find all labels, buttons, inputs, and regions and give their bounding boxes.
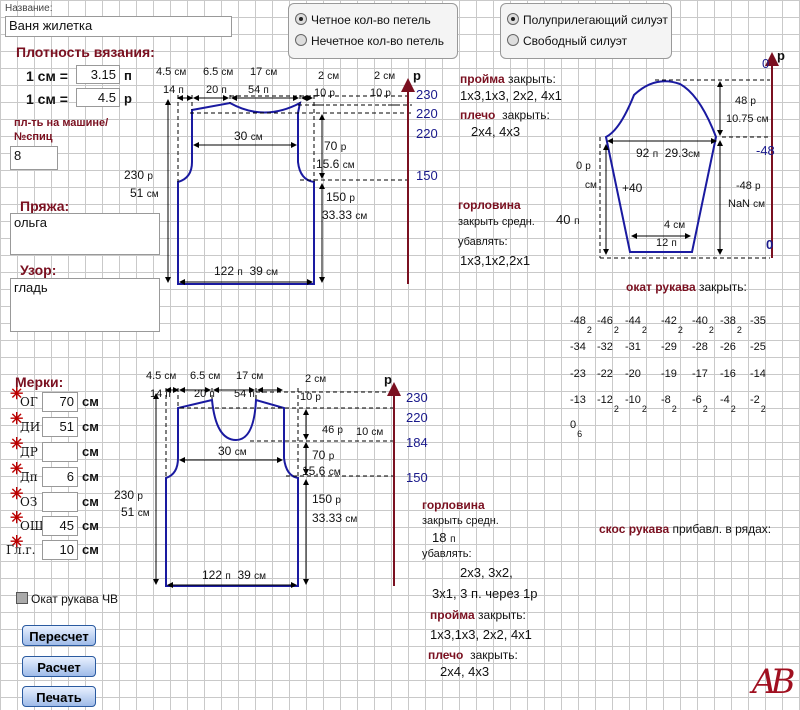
front-neck-cm: 10 см bbox=[356, 426, 384, 438]
front-row-230: 230 bbox=[406, 390, 428, 405]
front-arm-h: 70 р bbox=[312, 448, 335, 462]
front-p3: 54 п bbox=[234, 388, 255, 400]
front-arm-cm: 15.6 см bbox=[302, 464, 341, 478]
front-armhole: пройма закрыть: bbox=[430, 608, 526, 622]
front-outline bbox=[165, 398, 299, 587]
front-sh: 2 см bbox=[305, 373, 327, 385]
front-bottom: 122 п 39 см bbox=[202, 568, 267, 582]
front-row-150: 150 bbox=[406, 470, 428, 485]
front-neck-close: закрыть средн. bbox=[422, 515, 499, 527]
front-w3: 17 см bbox=[236, 370, 264, 382]
front-shp: 10 р bbox=[300, 391, 321, 403]
front-low-cm: 33.33 см bbox=[312, 511, 358, 525]
front-neck-h: 46 р bbox=[322, 424, 343, 436]
front-w1: 4.5 см bbox=[146, 370, 177, 382]
front-neck-dec: убавлять: bbox=[422, 548, 472, 560]
front-pattern-diagram bbox=[153, 382, 401, 588]
front-row-184: 184 bbox=[406, 435, 428, 450]
front-total-cm: 51 см bbox=[121, 505, 150, 519]
front-shoulder: плечо закрыть: bbox=[428, 648, 518, 662]
front-neck-seq2: 3х1, 3 п. через 1р bbox=[432, 586, 538, 601]
ab-logo: AB bbox=[752, 662, 795, 702]
front-neck-value: 18 п bbox=[432, 530, 456, 545]
front-total-h: 230 р bbox=[114, 488, 143, 502]
front-armhole-seq: 1х3,1х3, 2х2, 4х1 bbox=[430, 627, 532, 642]
front-rows-label: р bbox=[384, 372, 392, 387]
front-neck-seq1: 2х3, 3х2, bbox=[460, 565, 513, 580]
front-row-220: 220 bbox=[406, 410, 428, 425]
front-w2: 6.5 см bbox=[190, 370, 221, 382]
front-neck-title: горловина bbox=[422, 498, 485, 512]
front-low-h: 150 р bbox=[312, 492, 341, 506]
front-p2: 20 п bbox=[194, 388, 215, 400]
front-p1: 14 п bbox=[150, 388, 171, 400]
front-shoulder-seq: 2х4, 4х3 bbox=[440, 664, 490, 679]
front-mid-width: 30 см bbox=[218, 444, 247, 458]
